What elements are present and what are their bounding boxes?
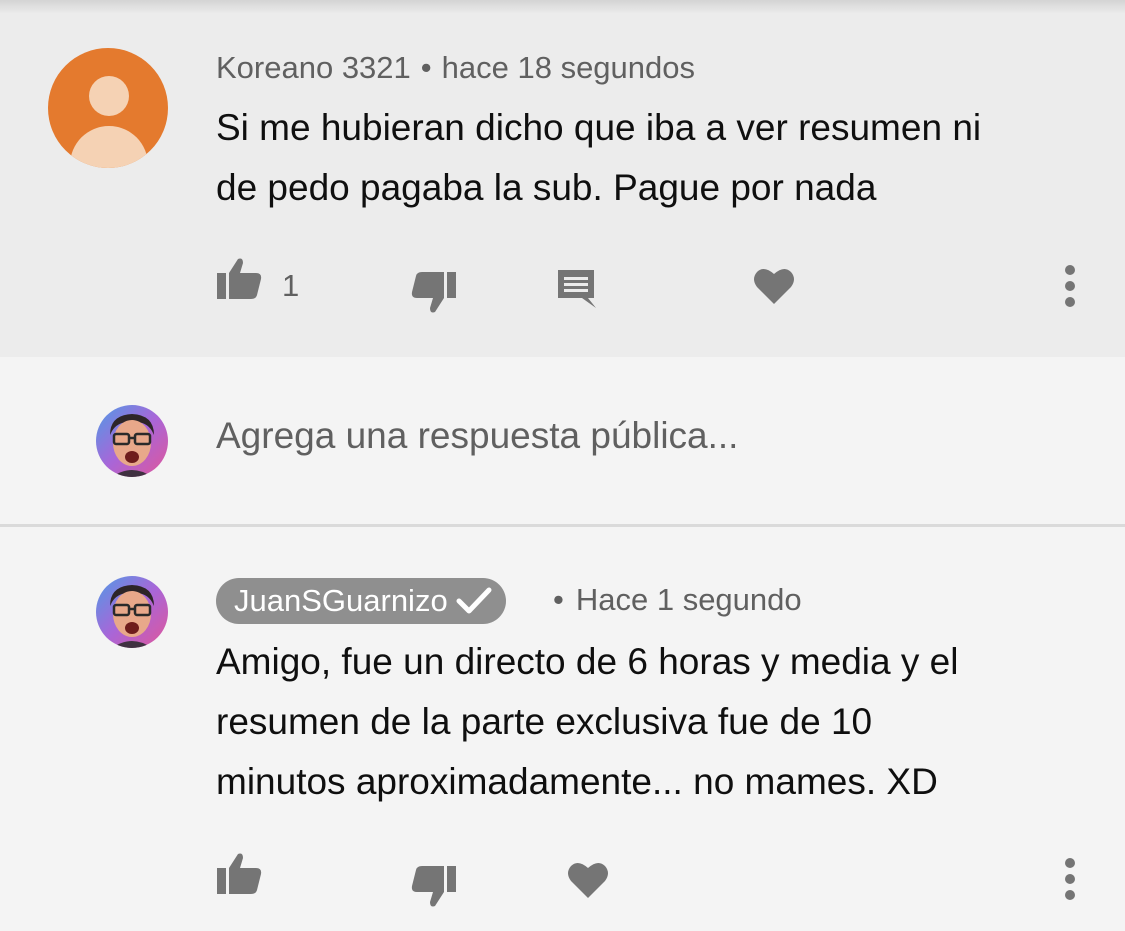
thumbs-up-icon[interactable] bbox=[216, 852, 264, 896]
comment-main: Koreano 3321 • hace 18 segundos Si me hubi… bbox=[0, 0, 1125, 357]
meta-separator: • bbox=[553, 582, 564, 617]
divider bbox=[0, 524, 1125, 527]
comment-line: Si me hubieran dicho que iba a ver resum… bbox=[216, 107, 982, 148]
reply-input[interactable]: Agrega una respuesta pública... bbox=[216, 415, 738, 457]
thumbs-down-icon[interactable] bbox=[409, 864, 457, 908]
comment-line: de pedo pagaba la sub. Pague por nada bbox=[216, 167, 877, 208]
reply-line: resumen de la parte exclusiva fue de 10 bbox=[216, 701, 873, 742]
channel-owner-badge[interactable]: JuanSGuarnizo bbox=[216, 578, 506, 624]
top-shadow bbox=[0, 0, 1125, 14]
user-avatar bbox=[96, 405, 168, 477]
reply-avatar[interactable] bbox=[96, 576, 168, 648]
avatar[interactable] bbox=[48, 48, 168, 168]
reply-line: minutos aproximadamente... no mames. XD bbox=[216, 761, 938, 802]
avatar-head bbox=[89, 76, 129, 116]
like-count: 1 bbox=[282, 268, 300, 303]
more-vert-icon[interactable] bbox=[1062, 857, 1078, 901]
more-vert-icon[interactable] bbox=[1062, 264, 1078, 308]
reply-meta: • Hace 1 segundo bbox=[553, 582, 802, 618]
thumbs-down-icon[interactable] bbox=[409, 270, 457, 314]
comment-icon[interactable] bbox=[555, 267, 597, 309]
verified-check-icon bbox=[456, 587, 492, 614]
meta-separator: • bbox=[420, 50, 432, 85]
comment-author[interactable]: Koreano 3321 bbox=[216, 50, 411, 85]
reply-line: Amigo, fue un directo de 6 horas y media… bbox=[216, 641, 959, 682]
comment-text: Si me hubieran dicho que iba a ver resum… bbox=[216, 98, 981, 218]
reply-time: Hace 1 segundo bbox=[575, 582, 802, 617]
heart-icon[interactable] bbox=[566, 860, 610, 900]
thumbs-up-icon[interactable] bbox=[216, 257, 264, 301]
avatar-body bbox=[70, 126, 148, 168]
reply-author: JuanSGuarnizo bbox=[234, 583, 448, 618]
comment-meta: Koreano 3321 • hace 18 segundos bbox=[216, 50, 695, 86]
reply-text: Amigo, fue un directo de 6 horas y media… bbox=[216, 632, 958, 812]
heart-icon[interactable] bbox=[752, 266, 796, 306]
comment-time: hace 18 segundos bbox=[441, 50, 696, 85]
